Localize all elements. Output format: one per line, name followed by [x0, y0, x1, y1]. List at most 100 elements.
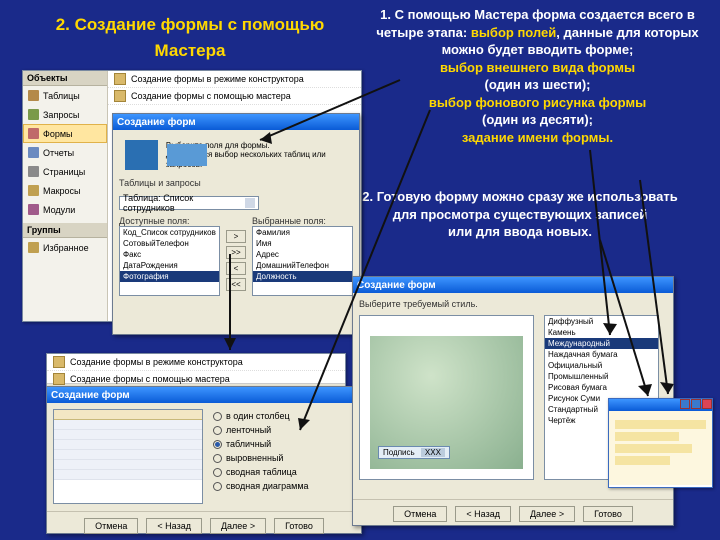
- wizard-titlebar: Создание форм: [113, 114, 359, 130]
- wizard-footer: Отмена < Назад Далее > Готово: [353, 499, 673, 526]
- list-item[interactable]: Факс: [120, 249, 219, 260]
- wizard-prompt: Выберите требуемый стиль.: [359, 299, 667, 309]
- sidebar-item-macros[interactable]: Макросы: [23, 181, 107, 200]
- list-item-designer[interactable]: Создание формы в режиме конструктора: [47, 354, 345, 371]
- db-sidebar: Объекты Таблицы Запросы Формы Отчеты Стр…: [23, 71, 108, 321]
- move-all-right-button[interactable]: >>: [226, 246, 246, 259]
- sidebar-item-favorites[interactable]: Избранное: [23, 238, 107, 257]
- radio-icon: [213, 482, 222, 491]
- txt-highlight: задание имени формы.: [462, 130, 613, 145]
- back-button[interactable]: < Назад: [146, 518, 202, 534]
- list-item[interactable]: Диффузный: [545, 316, 658, 327]
- next-button[interactable]: Далее >: [210, 518, 266, 534]
- wizard-title: Создание форм: [357, 280, 436, 291]
- list-item[interactable]: Имя: [253, 238, 352, 249]
- list-item[interactable]: Камень: [545, 327, 658, 338]
- sidebar-item-forms[interactable]: Формы: [23, 124, 107, 143]
- list-item[interactable]: Наждачная бумага: [545, 349, 658, 360]
- radio-option[interactable]: сводная таблица: [213, 465, 309, 479]
- close-icon[interactable]: [702, 399, 712, 409]
- preview-value: XXX: [421, 448, 445, 457]
- list-item[interactable]: Фамилия: [253, 227, 352, 238]
- list-item-label: Создание формы в режиме конструктора: [131, 74, 304, 84]
- cancel-button[interactable]: Отмена: [393, 506, 447, 522]
- maximize-icon[interactable]: [691, 399, 701, 409]
- option-label: выровненный: [226, 453, 283, 463]
- list-item[interactable]: Должность: [253, 271, 352, 282]
- cancel-button[interactable]: Отмена: [84, 518, 138, 534]
- list-item[interactable]: Код_Список сотрудников: [120, 227, 219, 238]
- txt: для просмотра существующих записей: [393, 207, 647, 222]
- wizard-icon: [53, 373, 65, 385]
- wizard-title: Создание форм: [117, 117, 196, 128]
- macro-icon: [28, 185, 39, 196]
- list-item[interactable]: СотовыйТелефон: [120, 238, 219, 249]
- list-item[interactable]: Рисовая бумага: [545, 382, 658, 393]
- wizard-icon: [53, 356, 65, 368]
- move-right-button[interactable]: >: [226, 230, 246, 243]
- next-button[interactable]: Далее >: [519, 506, 575, 522]
- list-item[interactable]: Фотография: [120, 271, 219, 282]
- list-item[interactable]: Промышленный: [545, 371, 658, 382]
- style-preview: Подпись XXX: [359, 315, 534, 480]
- radio-option[interactable]: табличный: [213, 437, 309, 451]
- txt: 2. Готовую форму можно сразу же использо…: [362, 189, 677, 204]
- back-button[interactable]: < Назад: [455, 506, 511, 522]
- radio-icon: [213, 454, 222, 463]
- radio-icon: [213, 440, 222, 449]
- slide-title-left: 2. Создание формы с помощью Мастера: [20, 12, 360, 63]
- sidebar-item-reports[interactable]: Отчеты: [23, 143, 107, 162]
- list-item-designer[interactable]: Создание формы в режиме конструктора: [108, 71, 361, 88]
- combo-value: Таблица: Список сотрудников: [123, 193, 245, 213]
- sidebar-item-label: Формы: [43, 129, 73, 139]
- sidebar-item-label: Запросы: [43, 110, 79, 120]
- option-label: сводная таблица: [226, 467, 297, 477]
- radio-option[interactable]: выровненный: [213, 451, 309, 465]
- move-left-button[interactable]: <: [226, 262, 246, 275]
- star-icon: [28, 242, 39, 253]
- wizard-footer: Отмена < Назад Далее > Готово: [47, 511, 361, 538]
- layout-preview: [53, 409, 203, 504]
- list-item[interactable]: ДатаРождения: [120, 260, 219, 271]
- finish-button[interactable]: Готово: [274, 518, 324, 534]
- combo-table-select[interactable]: Таблица: Список сотрудников: [119, 196, 259, 210]
- listbox-selected[interactable]: Фамилия Имя Адрес ДомашнийТелефон Должно…: [252, 226, 353, 296]
- txt-highlight: выбор фонового рисунка формы: [429, 95, 646, 110]
- wizard-titlebar: Создание форм: [47, 387, 361, 403]
- radio-icon: [213, 468, 222, 477]
- sidebar-item-pages[interactable]: Страницы: [23, 162, 107, 181]
- list-item[interactable]: Адрес: [253, 249, 352, 260]
- radio-option[interactable]: в один столбец: [213, 409, 309, 423]
- txt-highlight: выбор полей: [471, 25, 556, 40]
- sidebar-item-queries[interactable]: Запросы: [23, 105, 107, 124]
- sidebar-item-tables[interactable]: Таблицы: [23, 86, 107, 105]
- listbox-available[interactable]: Код_Список сотрудников СотовыйТелефон Фа…: [119, 226, 220, 296]
- wizard-body: Выберите поля для формы. Допускается выб…: [113, 130, 359, 302]
- sidebar-item-label: Таблицы: [43, 91, 80, 101]
- list-item-label: Создание формы в режиме конструктора: [70, 357, 243, 367]
- option-label: в один столбец: [226, 411, 290, 421]
- list-item[interactable]: Официальный: [545, 360, 658, 371]
- sidebar-item-modules[interactable]: Модули: [23, 200, 107, 219]
- option-label: табличный: [226, 439, 271, 449]
- preview-field: Подпись XXX: [378, 446, 450, 459]
- sidebar-item-label: Макросы: [43, 186, 81, 196]
- radio-option[interactable]: сводная диаграмма: [213, 479, 309, 493]
- list-item-label: Создание формы с помощью мастера: [131, 91, 291, 101]
- banner-graphic: [125, 140, 158, 170]
- list-item-label: Создание формы с помощью мастера: [70, 374, 230, 384]
- chevron-down-icon: [245, 198, 255, 208]
- txt: (один из десяти);: [482, 112, 593, 127]
- list-item[interactable]: Международный: [545, 338, 658, 349]
- move-all-left-button[interactable]: <<: [226, 278, 246, 291]
- finish-button[interactable]: Готово: [583, 506, 633, 522]
- list-item[interactable]: ДомашнийТелефон: [253, 260, 352, 271]
- list-item-wizard[interactable]: Создание формы с помощью мастера: [108, 88, 361, 105]
- radio-option[interactable]: ленточный: [213, 423, 309, 437]
- minimize-icon[interactable]: [680, 399, 690, 409]
- wizard-step-fields: Создание форм Выберите поля для формы. Д…: [112, 113, 360, 335]
- module-icon: [28, 204, 39, 215]
- form-icon: [28, 128, 39, 139]
- table-icon: [28, 90, 39, 101]
- layout-options: в один столбец ленточный табличный выров…: [213, 409, 309, 505]
